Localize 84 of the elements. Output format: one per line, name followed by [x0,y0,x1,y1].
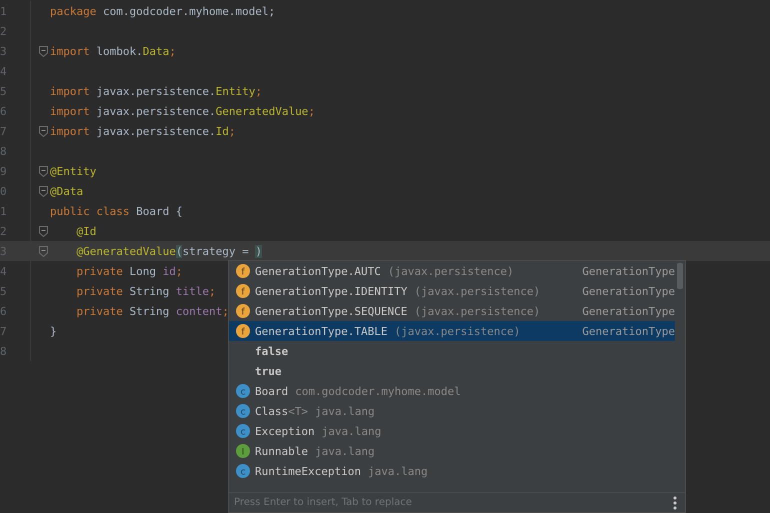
field-icon: f [236,304,250,318]
item-label: false [255,344,288,358]
item-label: RuntimeException [255,464,361,478]
class-icon: c [236,384,250,398]
completion-item[interactable]: true [229,361,675,381]
line-number: 5 [0,84,8,98]
type-parameter: <T> [288,404,308,418]
completion-item[interactable]: false [229,341,675,361]
line-number: 6 [0,104,8,118]
fold-icon[interactable] [39,46,48,56]
fold-icon[interactable] [39,186,48,196]
code-line: @Id [75,224,96,238]
item-label: Exception [255,424,315,438]
line-number: 0 [0,184,8,198]
line-number: 5 [0,284,8,298]
code-line: @GeneratedValue(strategy = ) [75,244,262,258]
completion-item[interactable]: c RuntimeException java.lang [229,461,675,481]
code-line: @Entity [50,164,96,178]
item-label: GenerationType.TABLE [255,324,388,338]
item-detail: java.lang [315,404,375,418]
code-line: @Data [50,184,84,198]
code-line: public class Board { [50,204,182,218]
line-number: 9 [0,164,8,178]
code-line: } [50,324,57,338]
item-label: Board [255,384,288,398]
code-line: package com.godcoder.myhome.model; [50,4,276,18]
item-type: GenerationType [582,264,675,278]
scrollbar-thumb[interactable] [677,263,683,289]
more-icon[interactable] [673,496,677,510]
completion-item[interactable]: f GenerationType.TABLE (javax.persistence) GenerationType [229,321,675,341]
completion-item[interactable]: f GenerationType.IDENTITY (javax.persistence) GenerationType [229,281,675,301]
item-label: GenerationType.AUTC [255,264,381,278]
item-label: true [255,364,282,378]
code-line: private String title; [75,284,216,298]
fold-icon[interactable] [39,226,48,236]
line-number: 7 [0,324,8,338]
item-label: Class [255,404,288,418]
item-detail: java.lang [314,444,375,458]
item-detail: com.godcoder.myhome.model [295,384,461,398]
completion-item[interactable]: f GenerationType.SEQUENCE (javax.persistence) GenerationType [229,301,675,321]
line-number: 6 [0,304,8,318]
line-number: 2 [0,24,8,38]
item-detail: (javax.persistence) [414,304,540,318]
line-number: 3 [0,44,8,58]
line-number: 4 [0,64,8,78]
item-type: GenerationType [582,284,675,298]
completion-item[interactable]: c Exception java.lang [229,421,675,441]
completion-item[interactable]: f GenerationType.AUTC (javax.persistence) GenerationType [229,261,675,281]
item-type: GenerationType [582,304,675,318]
class-icon: c [236,404,250,418]
code-line: private Long id; [75,264,182,278]
line-number: 2 [0,224,8,238]
line-number: 1 [0,204,8,218]
line-number: 4 [0,264,8,278]
code-line: import lombok.Data; [50,44,176,58]
item-label: Runnable [255,444,308,458]
interface-icon: I [236,444,250,458]
fold-icon[interactable] [39,246,48,256]
line-number: 8 [0,344,8,358]
completion-item[interactable]: c Class<T> java.lang [229,401,675,421]
item-detail: java.lang [322,424,382,438]
field-icon: f [236,324,250,338]
completion-item[interactable]: c Board com.godcoder.myhome.model [229,381,675,401]
completion-item[interactable]: I Runnable java.lang [229,441,675,461]
line-number: 8 [0,144,8,158]
fold-icon[interactable] [39,126,48,136]
item-label: GenerationType.SEQUENCE [255,304,408,318]
item-label: GenerationType.IDENTITY [255,284,408,298]
item-detail: java.lang [368,464,428,478]
code-line: import javax.persistence.Id; [50,124,236,138]
code-line: import javax.persistence.Entity; [50,84,262,98]
line-number: 7 [0,124,8,138]
item-type: GenerationType [582,324,675,338]
field-icon: f [236,264,250,278]
class-icon: c [236,424,250,438]
class-icon: c [236,464,250,478]
code-line: import javax.persistence.GeneratedValue; [50,104,315,118]
item-detail: (javax.persistence) [394,324,520,338]
code-line: private String content; [75,304,229,318]
fold-icon[interactable] [39,166,48,176]
item-detail: (javax.persistence) [414,284,540,298]
line-number: 1 [0,4,8,18]
item-detail: (javax.persistence) [388,264,514,278]
field-icon: f [236,284,250,298]
